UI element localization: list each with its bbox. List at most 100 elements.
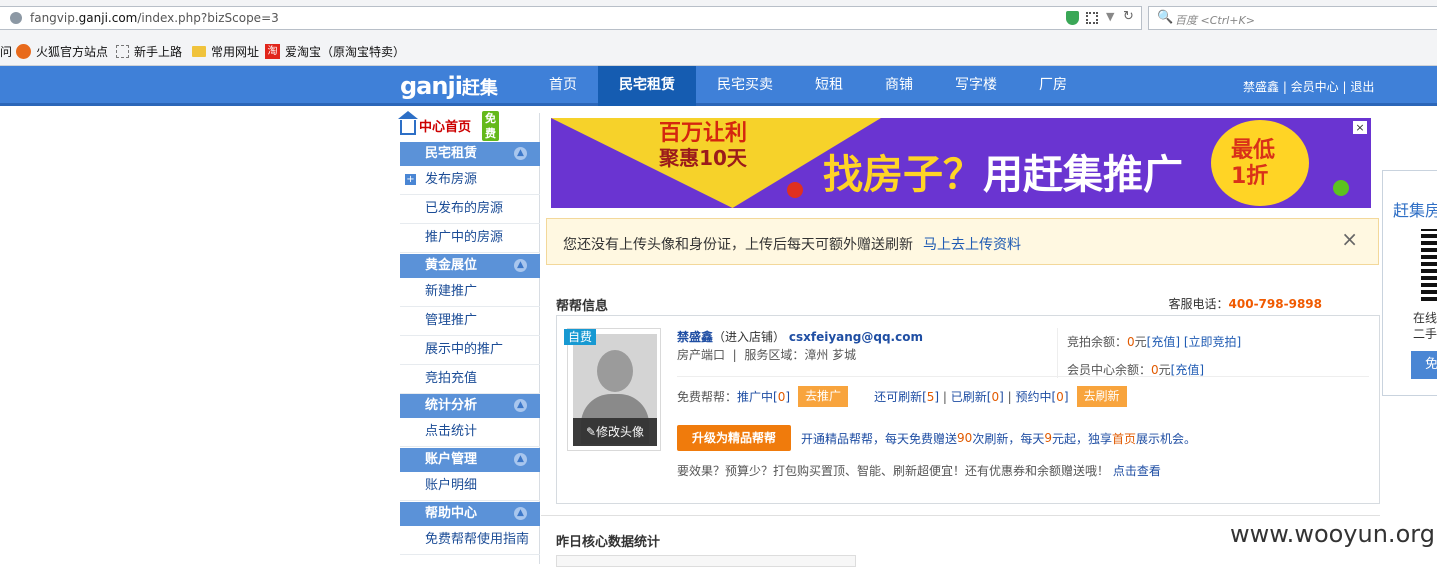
ball-decoration [1333,180,1349,196]
section-title: 帮帮信息 [556,299,609,314]
go-promote-button[interactable]: 去推广 [798,386,849,407]
sidebar-item-account-detail[interactable]: 账户明细 [400,472,540,501]
bookmark-aitaobao[interactable]: 淘爱淘宝（原淘宝特卖） [265,43,405,60]
go-refresh-button[interactable]: 去刷新 [1076,386,1127,407]
free-badge: 免费 [482,111,499,141]
watermark: www.wooyun.org [1230,520,1435,548]
stats-section: 昨日核心数据统计 [541,515,1380,550]
qrcode-image [1421,229,1437,301]
nav-home[interactable]: 首页 [528,66,598,106]
search-bar[interactable]: 🔍 百度 <Ctrl+K> [1148,6,1437,30]
side-card-title: 赶集房 [1393,201,1437,220]
main-nav: 首页 民宅租赁 民宅买卖 短租 商铺 写字楼 厂房 [528,66,1088,106]
edit-avatar-button[interactable]: ✎修改头像 [573,418,657,446]
bookmark-item[interactable]: 问 [0,43,12,60]
collapse-icon[interactable]: ▲ [514,399,527,412]
stats-title: 昨日核心数据统计 [556,535,661,550]
user-sub-info: 房产端口 | 服务区域：漳州 芗城 [677,348,857,362]
view-link[interactable]: 点击查看 [1113,464,1161,478]
sidebar-section-stats[interactable]: 统计分析 ▲ [400,394,540,418]
side-card-line: 二手 [1413,327,1437,341]
side-card-line: 在线 [1413,311,1437,325]
sidebar-item-manage-promo[interactable]: 管理推广 [400,307,540,336]
scheduled-link[interactable]: 预约中[0] [1015,388,1068,405]
sidebar-item-published[interactable]: 已发布的房源 [400,195,540,224]
effect-row: 要效果？预算少？打包购买置顶、智能、刷新超便宜！还有优惠券和余额赠送哦！ 点击查… [677,464,1161,478]
nav-short-rent[interactable]: 短租 [794,66,864,106]
stats-box [556,555,856,567]
page-icon [116,45,129,58]
browser-chrome: fangvip.ganji.com/index.php?bizScope=3 ▼… [0,0,1437,66]
search-placeholder: 百度 <Ctrl+K> [1175,14,1255,27]
side-card-button[interactable]: 免 [1411,351,1437,379]
sidebar-item-bid-recharge[interactable]: 竞拍充值 [400,365,540,394]
qrcode-icon[interactable] [1086,12,1098,24]
sidebar-section-gold[interactable]: 黄金展位 ▲ [400,254,540,278]
nav-rental[interactable]: 民宅租赁 [598,66,696,106]
sidebar-section-help[interactable]: 帮助中心 ▲ [400,502,540,526]
sidebar-item-new-promo[interactable]: 新建推广 [400,278,540,307]
upgrade-button[interactable]: 升级为精品帮帮 [677,425,792,451]
search-icon: 🔍 [1157,10,1174,25]
divider [1057,328,1058,378]
promo-banner[interactable]: 百万让利 聚惠10天 找房子？用赶集推广 最低 1折 × [551,118,1371,208]
taobao-icon: 淘 [265,44,280,59]
shop-link[interactable]: （进入店铺） [713,330,785,344]
sidebar-section-rental[interactable]: 民宅租赁 ▲ [400,142,540,166]
user-name[interactable]: 禁盛鑫 [677,330,713,344]
banner-close-icon[interactable]: × [1353,121,1367,134]
ganji-logo[interactable]: ganji赶集 [400,72,498,100]
can-refresh-link[interactable]: 还可刷新[5] [874,388,939,405]
nav-office[interactable]: 写字楼 [934,66,1018,106]
reload-icon[interactable]: ↻ [1123,9,1134,24]
bid-now-link[interactable]: [立即竞拍] [1184,335,1241,349]
bid-balance: 竞拍余额：0元[充值] [立即竞拍] [1067,335,1242,349]
collapse-icon[interactable]: ▲ [514,507,527,520]
user-name-line: 禁盛鑫（进入店铺） csxfeiyang@qq.com [677,328,923,345]
notice-close-icon[interactable]: × [1341,227,1358,251]
sidebar-item-showing-promo[interactable]: 展示中的推广 [400,336,540,365]
collapse-icon[interactable]: ▲ [514,259,527,272]
site-navbar: ganji赶集 首页 民宅租赁 民宅买卖 短租 商铺 写字楼 厂房 禁盛鑫 | … [0,66,1437,106]
promoting-link[interactable]: 推广中[0] [737,388,790,405]
nav-factory[interactable]: 厂房 [1018,66,1088,106]
sidebar-section-account[interactable]: 账户管理 ▲ [400,448,540,472]
globe-icon [10,12,22,24]
shield-icon[interactable] [1066,11,1079,25]
user-email: csxfeiyang@qq.com [788,330,923,344]
banner-slogan: 找房子？用赶集推广 [823,152,1183,198]
member-recharge-link[interactable]: [充值] [1171,363,1204,377]
self-paid-badge: 自费 [564,329,597,345]
sidebar-home[interactable]: 中心首页 免费 [398,110,499,141]
collapse-icon[interactable]: ▲ [514,147,527,160]
plus-icon: + [405,174,416,185]
bookmark-firefox[interactable]: 火狐官方站点 [16,43,108,60]
upload-link[interactable]: 马上去上传资料 [923,237,1021,253]
recharge-link[interactable]: [充值] [1147,335,1180,349]
sidebar-item-click-stats[interactable]: 点击统计 [400,418,540,447]
collapse-icon[interactable]: ▲ [514,453,527,466]
sidebar-item-guide[interactable]: 免费帮帮使用指南 [400,526,540,555]
folder-icon [192,46,206,57]
ball-decoration [787,182,803,198]
user-links[interactable]: 禁盛鑫 | 会员中心 | 退出 [1243,78,1374,95]
bookmark-common[interactable]: 常用网址 [192,43,259,60]
profile-panel: ✎修改头像 自费 禁盛鑫（进入店铺） csxfeiyang@qq.com 房产端… [556,315,1380,504]
sidebar-item-publish[interactable]: + 发布房源 [400,166,540,195]
address-bar[interactable]: fangvip.ganji.com/index.php?bizScope=3 ▼… [0,6,1142,30]
url-text[interactable]: fangvip.ganji.com/index.php?bizScope=3 [30,11,279,25]
service-phone: 客服电话：400-798-9898 [1168,297,1322,311]
help-section-header: 帮帮信息 客服电话：400-798-9898 [556,295,1380,317]
refreshed-link[interactable]: 已刷新[0] [951,388,1004,405]
sidebar-item-promoting[interactable]: 推广中的房源 [400,224,540,253]
notice-text: 您还没有上传头像和身份证，上传后每天可额外赠送刷新 [563,237,913,253]
avatar: ✎修改头像 [567,328,661,451]
nav-sale[interactable]: 民宅买卖 [696,66,794,106]
bookmark-newbie[interactable]: 新手上路 [116,43,182,60]
dropdown-arrow-icon[interactable]: ▼ [1106,10,1114,23]
banner-discount-circle: 最低 1折 [1211,120,1309,206]
upload-notice: 您还没有上传头像和身份证，上传后每天可额外赠送刷新 马上去上传资料 × [546,218,1379,265]
nav-shops[interactable]: 商铺 [864,66,934,106]
free-bang-row: 免费帮帮： 推广中[0] 去推广 还可刷新[5] | 已刷新[0] | 预约中[… [677,386,1127,407]
divider [677,376,1369,377]
